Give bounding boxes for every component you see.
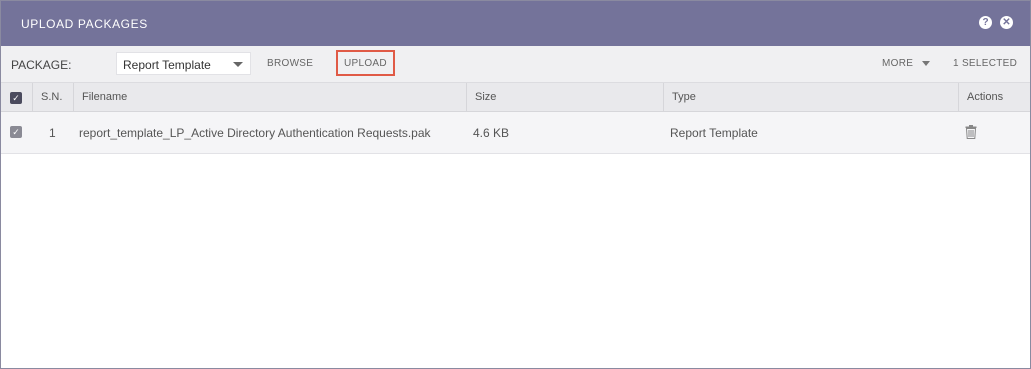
row-checkbox[interactable]: ✓ bbox=[10, 126, 22, 138]
row-sn: 1 bbox=[49, 126, 56, 140]
trash-icon[interactable] bbox=[965, 125, 977, 144]
help-icon[interactable]: ? bbox=[979, 16, 992, 29]
package-type-select[interactable]: Report Template bbox=[116, 52, 251, 75]
browse-button[interactable]: BROWSE bbox=[267, 58, 313, 69]
package-type-value: Report Template bbox=[123, 58, 211, 72]
row-filename: report_template_LP_Active Directory Auth… bbox=[79, 126, 431, 140]
chevron-down-icon bbox=[233, 62, 243, 67]
dialog-title: UPLOAD PACKAGES bbox=[21, 17, 148, 31]
more-chevron-down-icon[interactable] bbox=[922, 61, 930, 66]
toolbar: PACKAGE: Report Template BROWSE UPLOAD M… bbox=[1, 46, 1030, 83]
row-size: 4.6 KB bbox=[473, 126, 510, 140]
close-icon[interactable]: ✕ bbox=[1000, 16, 1013, 29]
column-header-size: Size bbox=[466, 83, 663, 112]
row-type: Report Template bbox=[670, 126, 758, 140]
upload-button[interactable]: UPLOAD bbox=[344, 58, 387, 69]
upload-packages-dialog: UPLOAD PACKAGES ? ✕ PACKAGE: Report Temp… bbox=[0, 0, 1031, 369]
dialog-titlebar: UPLOAD PACKAGES ? ✕ bbox=[1, 1, 1030, 46]
column-header-sn: S.N. bbox=[32, 83, 73, 112]
column-header-type: Type bbox=[663, 83, 958, 112]
column-header-filename: Filename bbox=[73, 83, 466, 112]
select-all-checkbox[interactable]: ✓ bbox=[10, 92, 22, 104]
table-row[interactable]: ✓ 1 report_template_LP_Active Directory … bbox=[1, 112, 1030, 154]
column-header-actions: Actions bbox=[958, 83, 1030, 112]
more-button[interactable]: MORE bbox=[882, 58, 913, 69]
selected-count: 1 SELECTED bbox=[953, 58, 1018, 69]
package-label: PACKAGE: bbox=[11, 58, 72, 72]
table-header: ✓ S.N. Filename Size Type Actions bbox=[1, 83, 1030, 112]
